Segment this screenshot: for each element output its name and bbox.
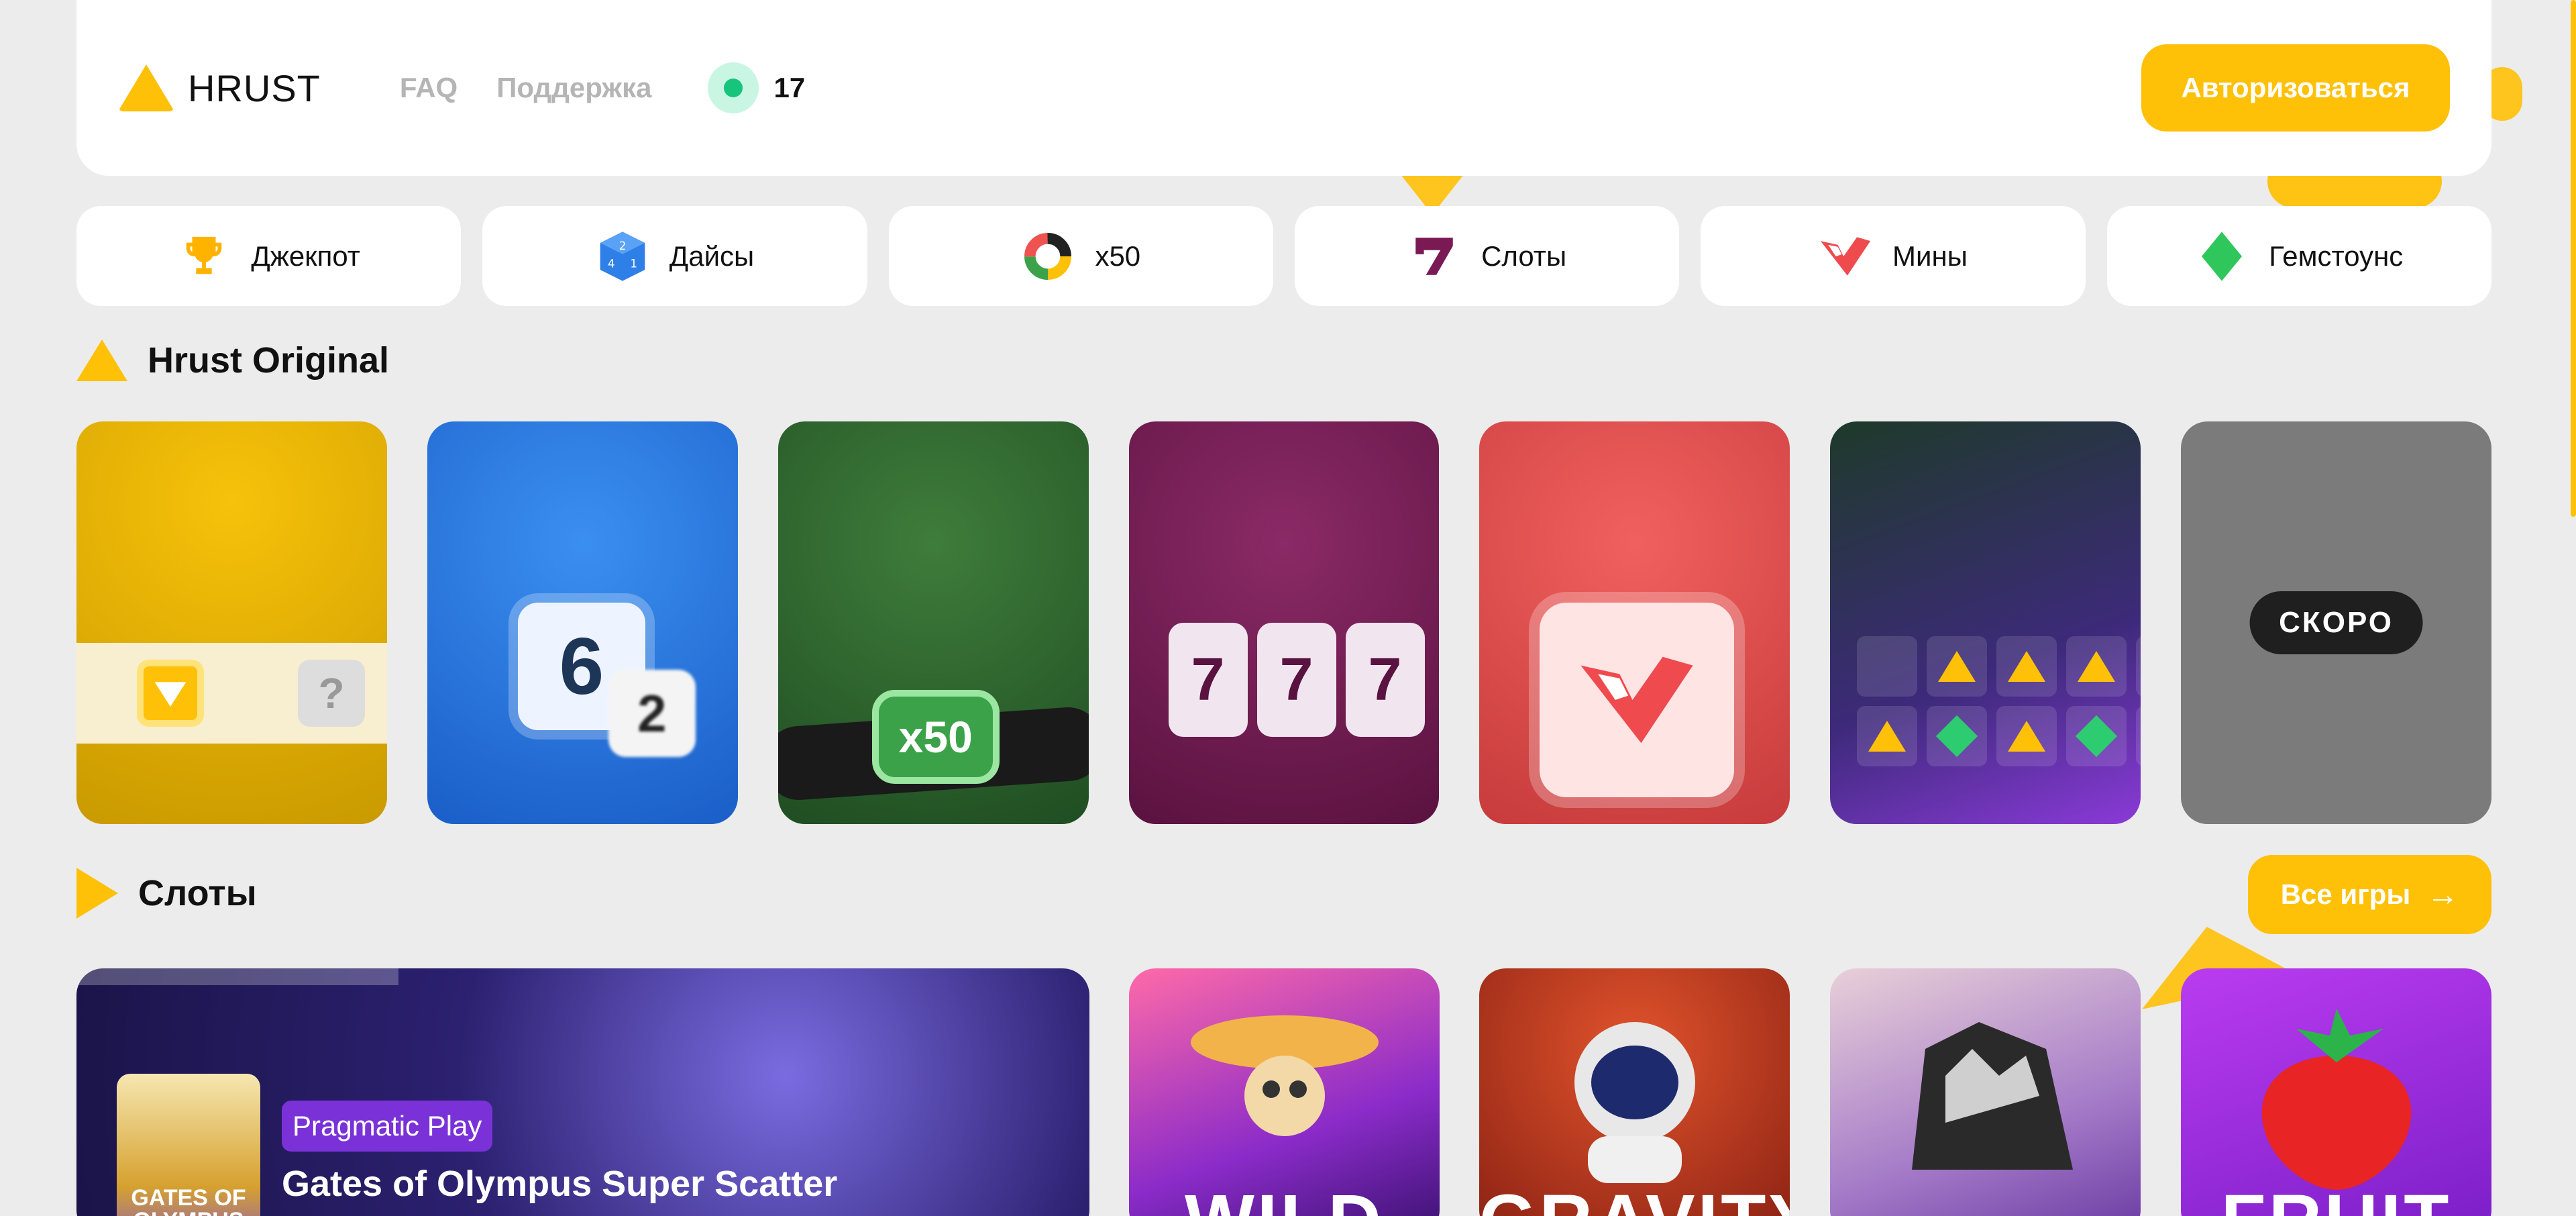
seven-icon — [1407, 230, 1461, 283]
trophy-icon — [177, 230, 231, 283]
svg-text:1: 1 — [630, 257, 637, 270]
slot-reels: 7 7 7 — [1156, 623, 1438, 750]
skull-mariachi-icon — [1190, 1015, 1379, 1136]
originals-grid: ? 6 2 x50 7 7 7 СКОРО — [76, 421, 2492, 824]
slot-card[interactable]: WILD — [1129, 968, 1440, 1216]
triangle-gem-icon — [2078, 651, 2116, 682]
category-jackpot[interactable]: Джекпот — [76, 206, 462, 306]
logo[interactable]: HRUST — [118, 64, 321, 111]
play-triangle-icon — [76, 868, 118, 919]
slot-card-title: FRUIT — [2181, 1178, 2491, 1216]
featured-slot-thumbnail: GATES OF OLYMPUS SUPER — [117, 1074, 260, 1216]
category-slots[interactable]: Слоты — [1294, 206, 1680, 306]
arrow-right-icon: → — [2426, 876, 2459, 913]
category-label: Джекпот — [251, 240, 361, 272]
game-card-dice[interactable]: 6 2 — [427, 421, 738, 824]
diamond-gem-icon — [2076, 715, 2118, 758]
gem-icon — [2195, 230, 2249, 283]
thumbnail-logo-text: GATES OF OLYMPUS SUPER — [131, 1185, 246, 1216]
gem-grid — [1857, 636, 2141, 766]
game-card-mines[interactable] — [1479, 421, 1790, 824]
top-header: HRUST FAQ Поддержка 17 Авторизоваться — [76, 0, 2491, 176]
slot-card-title: GRAVITY — [1479, 1178, 1790, 1216]
category-gemstones[interactable]: Гемстоунс — [2106, 206, 2491, 306]
triangle-gem-icon — [2008, 721, 2046, 752]
category-mines[interactable]: Мины — [1701, 206, 2086, 306]
game-card-x50[interactable]: x50 — [777, 421, 1089, 824]
game-card-gemstones[interactable] — [1830, 421, 2141, 824]
dice-icon: 24 1 — [596, 230, 649, 283]
online-count: 17 — [773, 72, 806, 103]
slot-card-title: WILD — [1129, 1178, 1440, 1216]
nav-link-support[interactable]: Поддержка — [496, 72, 651, 104]
scrollbar-thumb[interactable] — [2571, 0, 2576, 517]
category-label: Гемстоунс — [2269, 240, 2404, 272]
game-card-coming-soon: СКОРО — [2181, 421, 2492, 824]
provider-badge: Pragmatic Play — [282, 1101, 493, 1152]
section-header-slots: Слоты — [76, 868, 257, 919]
slot-card[interactable]: FRUIT — [2181, 968, 2491, 1216]
section-title: Слоты — [138, 873, 257, 913]
all-games-label: Все игры — [2280, 878, 2411, 910]
arrow-down-icon — [137, 660, 204, 727]
reel-symbol: 7 — [1256, 623, 1336, 737]
category-dice[interactable]: 24 1 Дайсы — [482, 206, 867, 306]
shark-jaw-icon — [1911, 1022, 2073, 1170]
question-tile: ? — [298, 660, 365, 727]
x50-badge: x50 — [871, 690, 1000, 784]
section-header-originals: Hrust Original — [76, 340, 389, 381]
featured-slot-card[interactable]: GATES OF OLYMPUS SUPER Pragmatic Play Ga… — [76, 968, 1089, 1216]
game-card-jackpot[interactable]: ? — [76, 421, 387, 824]
logo-triangle-icon — [118, 64, 174, 111]
svg-text:2: 2 — [619, 240, 626, 252]
svg-text:4: 4 — [608, 257, 615, 270]
online-indicator: 17 — [708, 62, 805, 113]
reel-symbol: 7 — [1168, 623, 1248, 737]
slot-card[interactable]: GRAVITY — [1479, 968, 1790, 1216]
game-card-slots[interactable]: 7 7 7 — [1128, 421, 1440, 824]
online-dot-icon — [708, 62, 759, 113]
category-label: x50 — [1095, 240, 1141, 272]
category-label: Дайсы — [669, 240, 755, 272]
wheel-icon — [1021, 230, 1075, 283]
category-label: Мины — [1892, 240, 1968, 272]
login-button[interactable]: Авторизоваться — [2141, 44, 2450, 132]
triangle-icon — [76, 340, 127, 381]
reel-symbol: 7 — [1345, 623, 1425, 737]
section-title: Hrust Original — [148, 340, 390, 381]
category-label: Слоты — [1481, 240, 1567, 272]
strawberry-icon — [2261, 1009, 2411, 1190]
dice-face: 2 — [608, 670, 696, 757]
triangle-gem-icon — [1938, 651, 1976, 682]
category-x50[interactable]: x50 — [888, 206, 1273, 306]
astronaut-icon — [1574, 1022, 1695, 1183]
featured-slot-title: Gates of Olympus Super Scatter — [282, 1164, 838, 1204]
triangle-gem-icon — [2008, 651, 2046, 682]
logo-text: HRUST — [188, 66, 321, 109]
nav-link-faq[interactable]: FAQ — [400, 72, 458, 104]
mines-icon — [1819, 230, 1872, 283]
page-scrollbar[interactable] — [2571, 0, 2576, 1216]
triangle-gem-icon — [1868, 721, 1907, 752]
diamond-gem-icon — [1936, 715, 1978, 758]
coming-soon-badge: СКОРО — [2249, 591, 2424, 654]
all-games-button[interactable]: Все игры → — [2248, 855, 2491, 934]
game-category-bar: Джекпот 24 1 Дайсы x50 Слоты Мины Гемстоу… — [76, 206, 2491, 306]
mines-logo-icon — [1540, 603, 1735, 797]
slot-card[interactable] — [1830, 968, 2141, 1216]
